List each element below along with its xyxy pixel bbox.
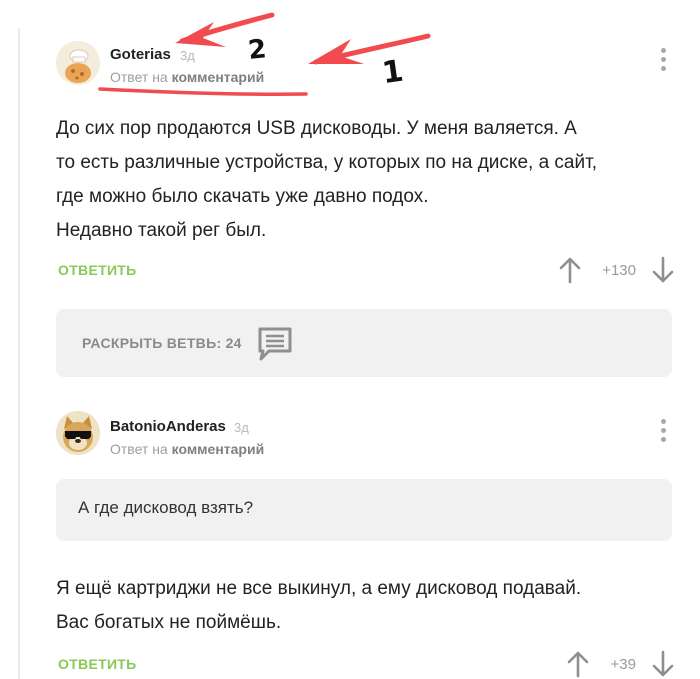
reply-button[interactable]: ОТВЕТИТЬ <box>58 656 137 672</box>
comment-icon <box>258 327 292 361</box>
vote-score: +39 <box>610 656 636 673</box>
comment-body-line: Я ещё картриджи не все выкинул, а ему ди… <box>56 578 582 599</box>
kebab-icon[interactable] <box>661 48 667 74</box>
vote-score: +130 <box>602 262 636 279</box>
avatar-batonioanderas[interactable] <box>56 411 100 455</box>
annotation-arrowhead-1 <box>308 39 364 64</box>
annotation-label-2: 2 <box>247 34 268 66</box>
comment-body-line: то есть различные устройства, у которых … <box>56 152 597 173</box>
comment-body-line: Недавно такой рег был. <box>56 220 267 241</box>
reply-to-line: Ответ на комментарий <box>110 69 264 85</box>
annotation-arrow-1 <box>313 33 431 65</box>
annotation-label-1: 1 <box>380 54 406 92</box>
reply-to-prefix: Ответ на <box>110 69 168 85</box>
quoted-comment[interactable]: А где дисковод взять? <box>56 479 672 541</box>
username[interactable]: BatonioAnderas <box>110 418 226 435</box>
comment-body-line: Вас богатых не поймёшь. <box>56 612 282 633</box>
comment-time: 3д <box>234 420 249 435</box>
annotation-arrow-2 <box>179 12 275 44</box>
reply-button[interactable]: ОТВЕТИТЬ <box>58 262 137 278</box>
reply-to-link[interactable]: комментарий <box>172 69 265 85</box>
arrow-up-icon[interactable] <box>558 256 582 284</box>
annotation-underline <box>98 87 308 96</box>
thread-line <box>18 28 20 679</box>
quote-text: А где дисковод взять? <box>78 498 254 517</box>
arrow-up-icon[interactable] <box>566 650 590 678</box>
avatar-doge-icon <box>56 411 100 455</box>
comment-body-line: где можно было скачать уже давно подох. <box>56 186 429 207</box>
reply-to-prefix: Ответ на <box>110 441 168 457</box>
expand-thread-button[interactable]: РАСКРЫТЬ ВЕТВЬ: 24 <box>56 309 672 377</box>
comment-body: Я ещё картриджи не все выкинул, а ему ди… <box>56 572 581 640</box>
username[interactable]: Goterias <box>110 46 171 63</box>
arrow-down-icon[interactable] <box>651 256 675 284</box>
expand-thread-label: РАСКРЫТЬ ВЕТВЬ: 24 <box>82 335 242 351</box>
avatar-cook-icon <box>56 41 100 85</box>
comment-body: До сих пор продаются USB дисководы. У ме… <box>56 112 597 248</box>
avatar-goterias[interactable] <box>56 41 100 85</box>
annotation-arrowhead-2 <box>175 22 226 47</box>
kebab-icon[interactable] <box>661 419 667 445</box>
reply-to-line: Ответ на комментарий <box>110 441 264 457</box>
reply-to-link[interactable]: комментарий <box>172 441 265 457</box>
arrow-down-icon[interactable] <box>651 650 675 678</box>
comment-body-line: До сих пор продаются USB дисководы. У ме… <box>56 118 577 139</box>
comment-time: 3д <box>180 48 195 63</box>
